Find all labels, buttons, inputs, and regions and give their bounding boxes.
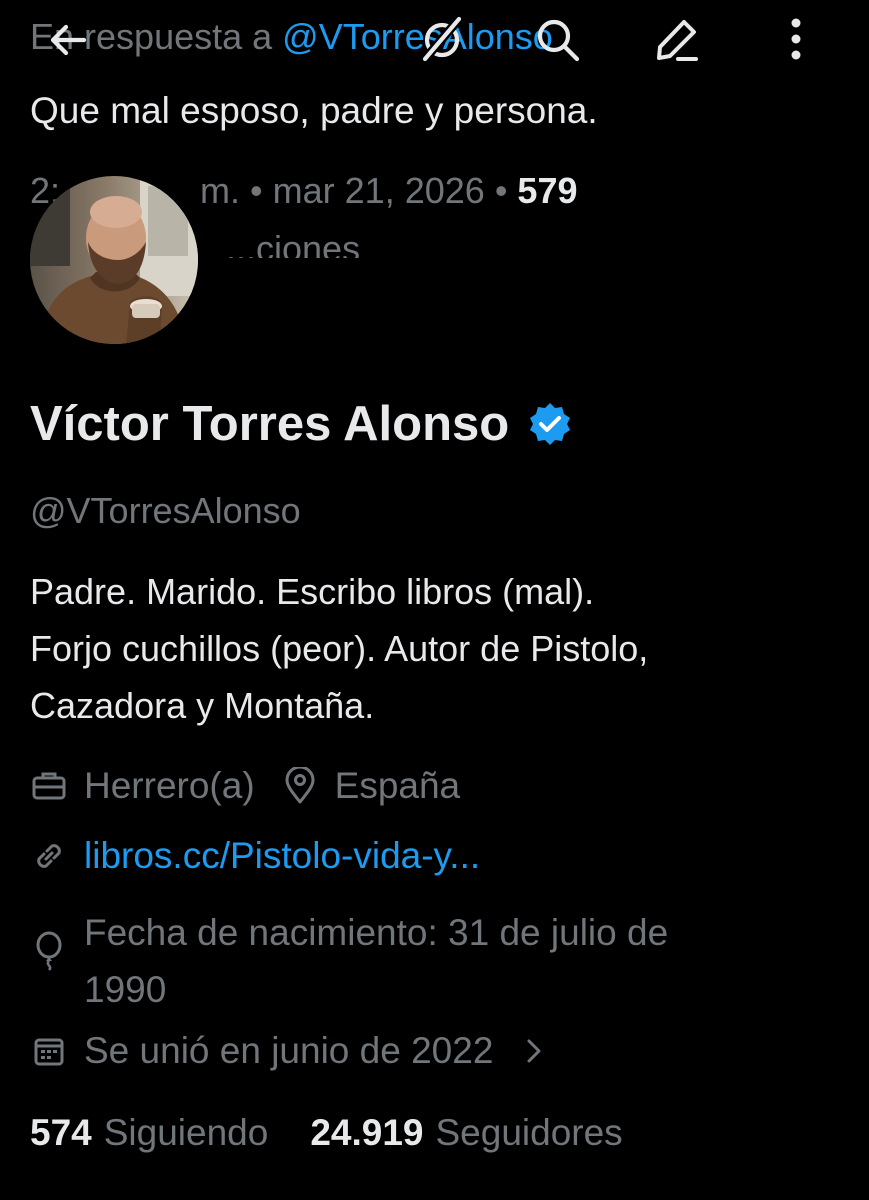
bio-line: Cazadora y Montaña. bbox=[30, 685, 375, 726]
following-count: 574 bbox=[30, 1112, 92, 1153]
followers-link[interactable]: 24.919 Seguidores bbox=[310, 1112, 622, 1154]
profile-joined-date: Se unió en junio de 2022 bbox=[84, 1030, 494, 1071]
compose-icon bbox=[657, 20, 698, 61]
profile-display-name: Víctor Torres Alonso bbox=[30, 396, 573, 452]
balloon-icon bbox=[30, 922, 68, 979]
profile-profession: Herrero(a) bbox=[84, 765, 255, 806]
tweet-text: Que mal esposo, padre y persona. bbox=[30, 90, 598, 131]
profile-bio: Padre. Marido. Escribo libros (mal). For… bbox=[30, 563, 830, 734]
location-pin-icon bbox=[281, 767, 319, 805]
bio-line: Padre. Marido. Escribo libros (mal). bbox=[30, 571, 595, 612]
profile-joined-row[interactable]: Se unió en junio de 2022 bbox=[30, 1030, 569, 1072]
followers-count: 24.919 bbox=[310, 1112, 424, 1153]
grok-button[interactable] bbox=[412, 10, 472, 70]
more-vertical-icon bbox=[791, 18, 801, 60]
more-options-button[interactable] bbox=[766, 10, 826, 70]
following-label: Siguiendo bbox=[103, 1112, 269, 1153]
back-button[interactable] bbox=[38, 10, 98, 70]
followers-label: Seguidores bbox=[435, 1112, 623, 1153]
profile-handle: @VTorresAlonso bbox=[30, 490, 301, 531]
edit-profile-button[interactable] bbox=[646, 10, 706, 70]
profile-location: España bbox=[334, 765, 461, 806]
profile-website-link[interactable]: libros.cc/Pistolo-vida-y... bbox=[84, 835, 480, 877]
tweet-view-count: 579 bbox=[517, 170, 578, 211]
profile-meta-row: Herrero(a) España bbox=[30, 765, 460, 807]
following-link[interactable]: 574 Siguiendo bbox=[30, 1112, 268, 1154]
chevron-right-icon bbox=[515, 1032, 553, 1070]
reply-context: En respuesta a @VTorresAlonso bbox=[30, 16, 553, 58]
bio-line: Forjo cuchillos (peor). Autor de Pistolo… bbox=[30, 628, 649, 669]
avatar[interactable] bbox=[30, 176, 198, 344]
profile-website-row: libros.cc/Pistolo-vida-y... bbox=[30, 835, 480, 877]
follow-stats: 574 Siguiendo 24.919 Seguidores bbox=[30, 1112, 623, 1154]
back-arrow-icon bbox=[50, 24, 87, 56]
avatar-photo bbox=[30, 176, 198, 344]
briefcase-icon bbox=[30, 767, 68, 805]
search-icon bbox=[537, 19, 580, 62]
link-icon bbox=[30, 837, 68, 875]
tweet-date: mar 21, 2026 bbox=[272, 170, 485, 211]
search-button[interactable] bbox=[528, 10, 588, 70]
profile-birthdate-year: 1990 bbox=[84, 969, 167, 1010]
verified-badge-icon[interactable] bbox=[527, 401, 573, 447]
profile-birthdate-row: Fecha de nacimiento: 31 de julio de 1990 bbox=[30, 904, 668, 1018]
calendar-icon bbox=[30, 1032, 68, 1070]
profile-birthdate: Fecha de nacimiento: 31 de julio de bbox=[84, 912, 669, 953]
grok-icon bbox=[420, 14, 464, 64]
tweet-time-suffix: m. bbox=[200, 170, 241, 211]
